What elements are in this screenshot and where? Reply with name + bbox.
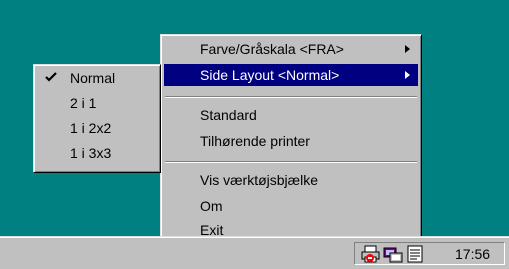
menu-item-label: Vis værktøjsbjælke <box>200 172 318 188</box>
menu-item-about[interactable]: Om <box>164 195 418 217</box>
submenu-item-1-in-2x2[interactable]: 1 i 2x2 <box>37 117 157 139</box>
menu-item-label: Tilhørende printer <box>200 133 310 149</box>
submenu-item-label: Normal <box>70 70 116 86</box>
submenu-arrow-icon <box>405 71 410 79</box>
submenu-item-2-in-1[interactable]: 2 i 1 <box>37 92 157 114</box>
document-icon[interactable] <box>405 245 425 263</box>
menu-item-page-layout[interactable]: Side Layout <Normal> <box>164 64 418 86</box>
menu-item-standard[interactable]: Standard <box>164 104 418 126</box>
submenu-item-label: 2 i 1 <box>70 95 97 111</box>
menu-item-show-toolbar[interactable]: Vis værktøjsbjælke <box>164 169 418 191</box>
printer-icon[interactable] <box>361 245 381 263</box>
submenu-item-label: 1 i 2x2 <box>70 120 112 136</box>
taskbar: 17:56 <box>0 236 509 269</box>
menu-item-label: Standard <box>200 107 257 123</box>
submenu-arrow-icon <box>405 45 410 53</box>
system-tray: 17:56 <box>354 242 505 265</box>
taskbar-clock[interactable]: 17:56 <box>455 246 490 262</box>
menu-item-label: Farve/Gråskala <FRA> <box>200 41 344 57</box>
page-layout-submenu: Normal 2 i 1 1 i 2x2 1 i 3x3 <box>33 64 161 173</box>
network-icon[interactable] <box>383 245 403 263</box>
menu-item-label: Om <box>200 198 223 214</box>
menu-item-color-grayscale[interactable]: Farve/Gråskala <FRA> <box>164 38 418 60</box>
submenu-item-normal[interactable]: Normal <box>37 67 157 89</box>
submenu-item-1-in-3x3[interactable]: 1 i 3x3 <box>37 142 157 164</box>
submenu-item-label: 1 i 3x3 <box>70 145 112 161</box>
menu-separator <box>165 161 417 163</box>
context-menu: Farve/Gråskala <FRA> Side Layout <Normal… <box>160 34 422 244</box>
menu-item-label: Side Layout <Normal> <box>200 67 340 83</box>
checkmark-icon <box>45 72 57 82</box>
menu-separator <box>165 96 417 98</box>
menu-item-associated-printer[interactable]: Tilhørende printer <box>164 130 418 152</box>
